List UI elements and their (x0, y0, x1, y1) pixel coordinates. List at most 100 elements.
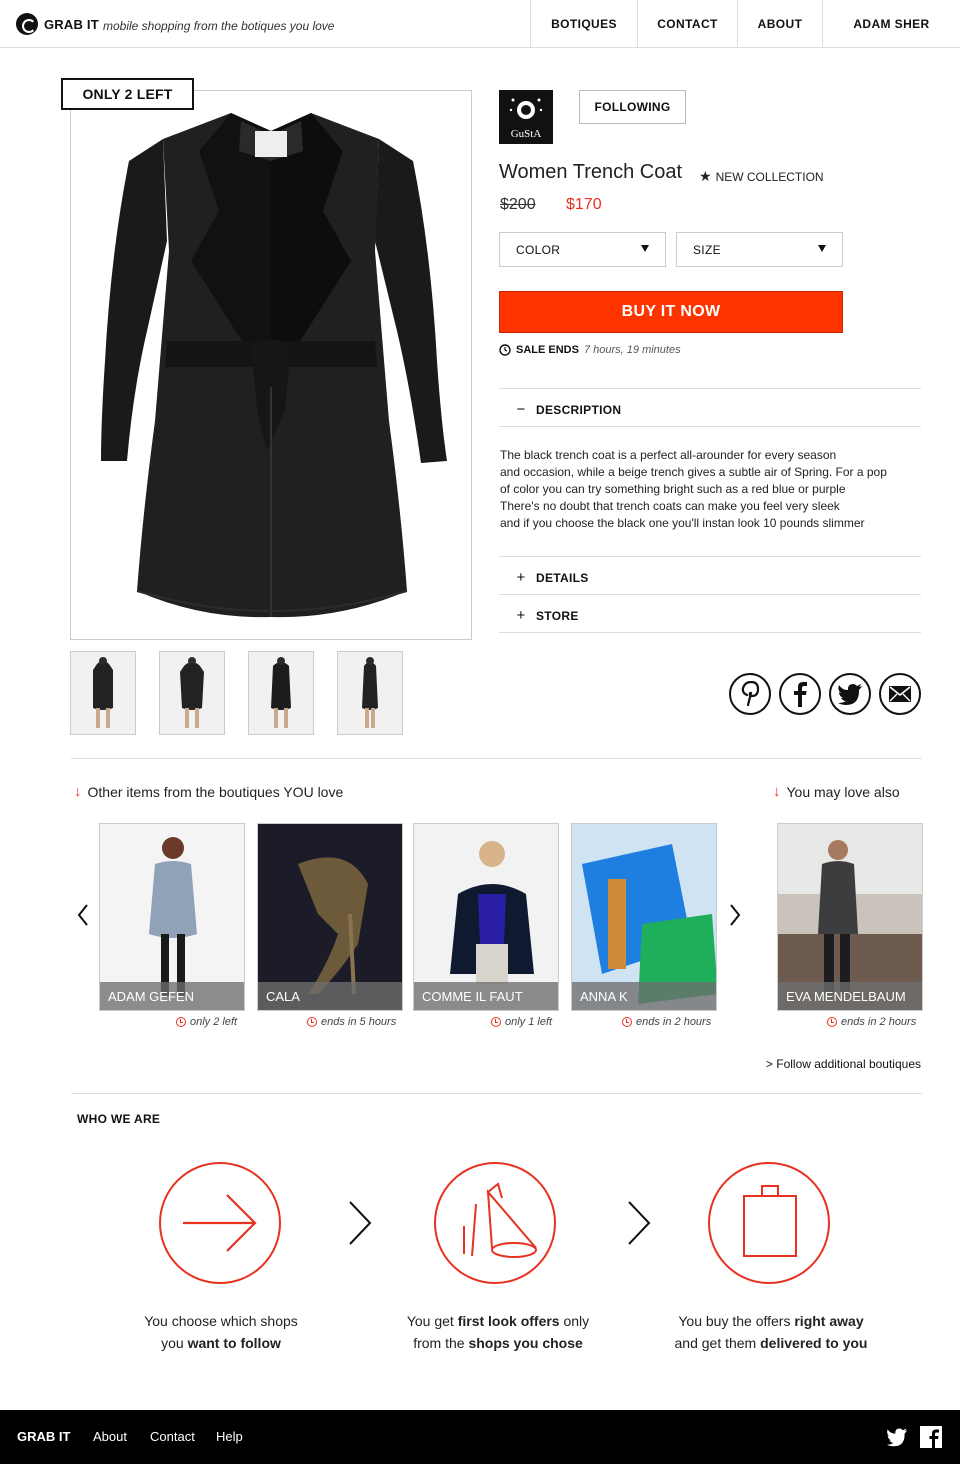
footer-brand[interactable]: GRAB IT (17, 1429, 70, 1444)
item-status-text: only 1 left (505, 1016, 553, 1028)
description-line: and if you choose the black one you'll i… (500, 516, 865, 530)
buy-it-now-button[interactable]: BUY IT NOW (499, 291, 843, 333)
item-status: only 1 left (491, 1016, 552, 1028)
facebook-icon[interactable] (920, 1426, 942, 1448)
accordion-store-label: STORE (536, 608, 579, 623)
product-description: The black trench coat is a perfect all-a… (500, 447, 910, 532)
clock-icon (622, 1017, 632, 1027)
color-select-label: COLOR (516, 242, 561, 257)
accordion-details-label: DETAILS (536, 570, 589, 585)
step-text-bold: right away (794, 1313, 864, 1329)
thumbnail-2[interactable] (159, 651, 225, 735)
step-text-bold: shops you chose (468, 1335, 583, 1351)
item-card-cala[interactable]: CALA (257, 823, 403, 1011)
thumbnail-4[interactable] (337, 651, 403, 735)
other-items-label: Other items from the boutiques YOU love (87, 783, 344, 800)
main-nav: BOTIQUES CONTACT ABOUT ADAM SHER (530, 0, 960, 48)
product-main-image[interactable] (70, 90, 472, 640)
step-text-line: You choose which shops (144, 1313, 298, 1329)
item-card-comme-il-faut[interactable]: COMME IL FAUT (413, 823, 559, 1011)
follow-additional-boutiques-link[interactable]: > Follow additional boutiques (766, 1057, 921, 1071)
brand-name[interactable]: GRAB IT (44, 17, 99, 32)
step-text-part: only (559, 1313, 590, 1329)
carousel-prev-arrow[interactable] (75, 903, 91, 927)
clock-icon (307, 1017, 317, 1027)
accordion-divider (499, 426, 921, 427)
email-share-button[interactable] (879, 673, 921, 715)
item-status-text: ends in 2 hours (636, 1016, 712, 1028)
who-we-are-heading: WHO WE ARE (77, 1112, 161, 1126)
color-select[interactable]: COLOR (499, 232, 666, 267)
step-text-bold: want to follow (187, 1335, 281, 1351)
step-text-part: you (161, 1335, 188, 1351)
arrow-down-icon: ↓ (74, 783, 82, 800)
carousel-next-arrow[interactable] (727, 903, 743, 927)
step-chevron-icon (628, 1201, 651, 1245)
following-button[interactable]: FOLLOWING (579, 90, 686, 124)
nav-user-account[interactable]: ADAM SHER (822, 0, 960, 47)
sale-timer: SALE ENDS 7 hours, 19 minutes (499, 344, 681, 356)
twitter-share-button[interactable] (829, 673, 871, 715)
nav-contact[interactable]: CONTACT (637, 0, 737, 47)
size-select[interactable]: SIZE (676, 232, 843, 267)
you-may-love-label: You may love also (786, 783, 900, 800)
clock-icon (499, 344, 511, 356)
item-status: only 2 left (176, 1016, 237, 1028)
section-divider (71, 758, 922, 759)
thumbnail-1[interactable] (70, 651, 136, 735)
star-icon: ★ (699, 168, 712, 184)
item-card-anna-k[interactable]: ANNA K (571, 823, 717, 1011)
shopping-bag-icon (743, 1185, 797, 1257)
accordion-details[interactable]: + DETAILS (516, 569, 589, 586)
nav-botiques[interactable]: BOTIQUES (530, 0, 637, 47)
step-offers-icon (434, 1162, 556, 1284)
description-line: and occasion, while a beige trench gives… (500, 465, 887, 479)
clock-icon (176, 1017, 186, 1027)
item-status-text: only 2 left (190, 1016, 238, 1028)
item-status-text: ends in 2 hours (841, 1016, 917, 1028)
plus-icon: + (516, 607, 526, 624)
footer-link-about[interactable]: About (93, 1429, 127, 1444)
pinterest-icon (741, 681, 760, 707)
item-card-adam-gefen[interactable]: ADAM GEFEN (99, 823, 245, 1011)
section-divider (71, 1093, 922, 1094)
you-may-love-heading: ↓ You may love also (773, 783, 900, 800)
step-buy-icon (708, 1162, 830, 1284)
sale-ends-time: 7 hours, 19 minutes (583, 344, 681, 356)
footer: GRAB IT About Contact Help (0, 1410, 960, 1464)
trench-coat-image (101, 113, 447, 618)
description-line: There's no doubt that trench coats can m… (500, 499, 840, 513)
facebook-share-button[interactable] (779, 673, 821, 715)
accordion-divider (499, 388, 921, 389)
step-2-text: You get first look offers only from the … (378, 1310, 618, 1354)
size-select-label: SIZE (693, 242, 721, 257)
grab-it-logo-icon[interactable] (16, 13, 38, 35)
store-logo[interactable]: GuStA (499, 90, 553, 144)
item-status: ends in 5 hours (307, 1016, 396, 1028)
pinterest-share-button[interactable] (729, 673, 771, 715)
step-3-text: You buy the offers right away and get th… (651, 1310, 891, 1354)
item-caption: CALA (258, 982, 402, 1010)
item-card-eva-mendelbaum[interactable]: EVA MENDELBAUM (777, 823, 923, 1011)
clock-icon (827, 1017, 837, 1027)
nav-about[interactable]: ABOUT (737, 0, 822, 47)
accordion-divider (499, 556, 921, 557)
caret-down-icon (641, 245, 649, 252)
clock-icon (491, 1017, 501, 1027)
thumbnail-3[interactable] (248, 651, 314, 735)
twitter-icon (838, 684, 862, 705)
item-caption: ANNA K (572, 982, 716, 1010)
minus-icon: − (516, 401, 526, 418)
accordion-description[interactable]: − DESCRIPTION (516, 401, 621, 418)
footer-link-contact[interactable]: Contact (150, 1429, 195, 1444)
accordion-store[interactable]: + STORE (516, 607, 579, 624)
step-text-part: You buy the offers (678, 1313, 795, 1329)
step-text-bold: delivered to you (760, 1335, 868, 1351)
arrow-down-icon: ↓ (773, 783, 781, 800)
footer-link-help[interactable]: Help (216, 1429, 243, 1444)
other-items-heading: ↓ Other items from the boutiques YOU lov… (74, 783, 343, 800)
step-text-bold: first look offers (457, 1313, 560, 1329)
stock-badge: ONLY 2 LEFT (61, 78, 194, 110)
twitter-icon[interactable] (886, 1426, 908, 1448)
sale-price: $170 (566, 196, 602, 213)
